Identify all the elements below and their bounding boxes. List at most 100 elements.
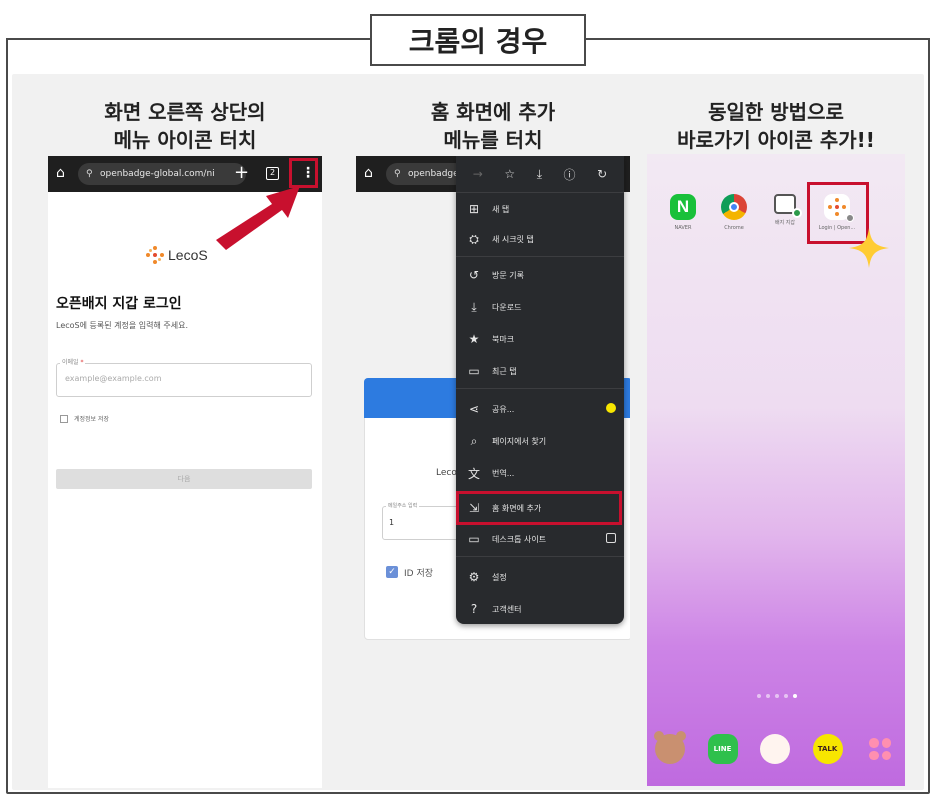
menu-item-new-tab[interactable]: ⊞ 새 탭 [456,194,624,224]
step-3-home-screen: N NAVER Chrome 배지 지갑 Login | Open... LIN… [647,154,905,786]
menu-item-history[interactable]: ↺ 방문 기록 [456,260,624,290]
settings-gear-icon: ⚙ [468,570,480,584]
app-label: Chrome [724,225,744,231]
help-icon: ? [470,602,478,616]
page-indicator [757,694,797,698]
step-1-caption-line2: 메뉴 아이콘 터치 [113,128,257,152]
menu-item-incognito-tab[interactable]: ⛭ 새 시크릿 탭 [456,224,624,254]
menu-item-label: 설정 [492,572,507,582]
app-badge-wallet[interactable]: 배지 지갑 [761,194,809,226]
address-bar-url: openbadge-global.com/ni [100,169,215,179]
menu-item-translate[interactable]: 文 번역... [456,458,624,488]
app-label: NAVER [674,225,692,231]
menu-item-label: 새 탭 [492,204,510,214]
email-field[interactable]: example@example.com [56,363,312,397]
forward-arrow-icon[interactable]: → [473,167,483,181]
chrome-overflow-menu: → ☆ ⤓ ⓘ ↻ ⊞ 새 탭 ⛭ 새 시크릿 탭 ↺ 방문 기록 ⤓ 다운로드… [456,156,624,624]
menu-item-bookmarks[interactable]: ★ 북마크 [456,324,624,354]
menu-item-label: 최근 탭 [492,366,517,376]
next-button[interactable]: 다음 [56,469,312,489]
chrome-toolbar: ⌂ ⚲ openbadge-global.com/ni + 2 ⋮ [48,156,322,192]
step-1-caption-line1: 화면 오른쪽 상단의 [104,100,266,124]
app-dock: LINE TALK [654,731,895,764]
menu-item-help[interactable]: ? 고객센터 [456,594,624,624]
login-subtitle: LecoS에 등록된 계정을 입력해 주세요. [56,321,189,330]
bookmark-star-icon: ★ [468,332,480,346]
info-icon[interactable]: ⓘ [564,166,576,183]
app-label: 배지 지갑 [775,220,795,226]
menu-item-label: 다운로드 [492,302,522,312]
required-mark: * [80,359,84,366]
menu-item-find-in-page[interactable]: ⌕ 페이지에서 찾기 [456,426,624,456]
remember-checkbox[interactable] [60,415,68,423]
title-rule-left [6,38,370,40]
email-field[interactable]: 1 [382,506,462,540]
menu-item-label: 페이지에서 찾기 [492,436,547,446]
id-save-checkbox[interactable]: ✓ [386,566,398,578]
step-3-caption: 동일한 방법으로 바로가기 아이콘 추가!! [640,98,912,154]
menu-item-recent-tabs[interactable]: ▭ 최근 탭 [456,356,624,386]
line-app-icon[interactable]: LINE [707,734,738,764]
app-chrome[interactable]: Chrome [710,194,758,231]
step-2-screenshot: ⌂ ⚲ openbadge Leco 메일주소 입력 1 ✓ ID 저장 → ☆… [356,156,630,788]
site-settings-icon[interactable]: ⚲ [394,163,401,185]
menu-item-settings[interactable]: ⚙ 설정 [456,562,624,592]
menu-divider [456,256,624,257]
page-dot [775,694,779,698]
lecos-brand-text: Leco [436,468,457,478]
bookmark-outline-icon[interactable]: ☆ [504,167,515,181]
tab-switcher-button[interactable]: 2 [266,167,279,180]
find-in-page-icon: ⌕ [470,433,478,448]
address-bar-url: openbadge [408,169,459,179]
page-dot-active [793,694,797,698]
menu-item-label: 공유... [492,404,515,414]
menu-item-label: 고객센터 [492,604,522,614]
step-2-caption-line2: 메뉴를 터치 [443,128,543,152]
page-dot [766,694,770,698]
menu-top-row: → ☆ ⤓ ⓘ ↻ [456,156,624,192]
reload-icon[interactable]: ↻ [597,167,607,181]
email-field-label: 이메일 * [60,357,86,366]
kakaotalk-app-icon[interactable]: TALK [812,734,843,764]
home-icon[interactable]: ⌂ [364,165,373,181]
cony-app-icon[interactable] [760,734,790,764]
download-arrow-icon[interactable]: ⤓ [537,167,542,182]
emoji-badge-icon [598,403,624,415]
lecos-logo-icon [146,246,164,264]
email-field-label: 메일주소 입력 [386,502,420,509]
step-1-caption: 화면 오른쪽 상단의 메뉴 아이콘 터치 [48,98,322,154]
new-tab-plus-icon[interactable]: + [234,162,249,184]
incognito-icon: ⛭ [469,231,479,246]
history-icon: ↺ [468,268,480,282]
menu-item-label: 데스크톱 사이트 [492,534,547,544]
menu-item-label: 번역... [492,468,515,478]
new-tab-icon: ⊞ [468,202,480,216]
home-icon[interactable]: ⌂ [56,165,72,181]
more-menu-icon[interactable]: ⋮ [301,164,315,182]
chrome-badge-icon [792,208,802,218]
site-settings-icon[interactable]: ⚲ [86,163,93,185]
bear-app-icon[interactable] [654,731,686,764]
page-dot [757,694,761,698]
menu-item-desktop-site[interactable]: ▭ 데스크톱 사이트 [456,524,624,554]
app-naver[interactable]: N NAVER [659,194,707,231]
app-drawer-icon[interactable] [865,734,895,764]
menu-item-label: 방문 기록 [492,270,524,280]
login-title: 오픈배지 지갑 로그인 [56,296,182,312]
address-bar[interactable]: ⚲ openbadge-global.com/ni [78,163,246,185]
menu-item-label: 북마크 [492,334,515,344]
sparkle-icon [849,228,889,268]
menu-item-downloads[interactable]: ⤓ 다운로드 [456,292,624,322]
step-2-caption: 홈 화면에 추가 메뉴를 터치 [356,98,630,154]
page-title: 크롬의 경우 [370,14,586,66]
lecos-brand-text: LecoS [168,247,208,263]
chrome-app-icon [721,194,747,220]
address-bar[interactable]: ⚲ openbadge [386,163,466,185]
desktop-site-checkbox[interactable] [598,533,624,545]
menu-item-share[interactable]: ⋖ 공유... [456,394,624,424]
share-icon: ⋖ [468,402,480,416]
page-dot [784,694,788,698]
lecos-logo: LecoS [146,246,208,264]
menu-divider [456,192,624,193]
recent-tabs-icon: ▭ [468,364,480,378]
